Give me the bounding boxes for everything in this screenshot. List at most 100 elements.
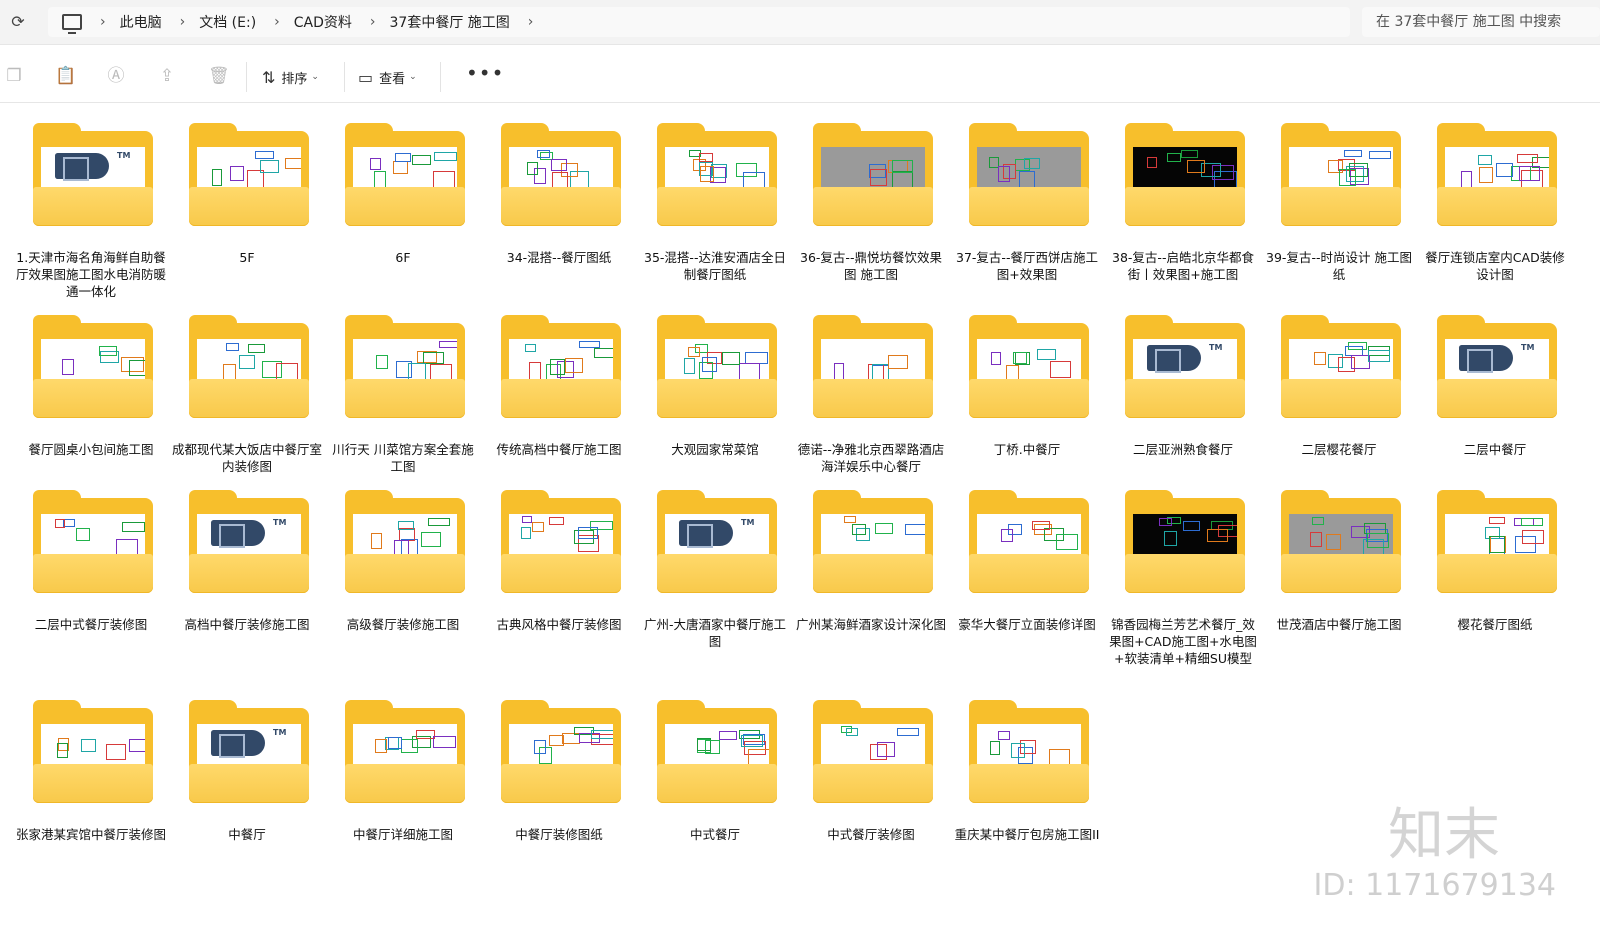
- view-button[interactable]: ▭ 查看 ⌄: [358, 66, 417, 88]
- cad-drawing-block: [1164, 531, 1177, 546]
- folder-preview-thumbnail: [665, 724, 769, 768]
- folder-front: [33, 379, 153, 418]
- cad-drawing-block: [57, 743, 68, 758]
- folder-preview-thumbnail: [41, 514, 145, 558]
- cad-drawing-block: [537, 150, 550, 158]
- rename-icon[interactable]: Ⓐ: [106, 66, 126, 86]
- cad-drawing-block: [1147, 157, 1157, 168]
- breadcrumb-item-pc[interactable]: 此电脑: [120, 12, 162, 32]
- folder-icon: [501, 123, 621, 226]
- search-input[interactable]: 在 37套中餐厅 施工图 中搜索: [1362, 7, 1600, 37]
- folder-icon: [657, 700, 777, 803]
- cad-drawing-block: [532, 522, 544, 532]
- cad-drawing-block: [1479, 167, 1493, 183]
- sort-button[interactable]: ⇅ 排序 ⌄: [262, 66, 319, 88]
- cad-drawing-block: [684, 358, 695, 374]
- cad-drawing-block: [401, 739, 418, 753]
- folder-preview-thumbnail: [977, 339, 1081, 383]
- folder-icon: [969, 490, 1089, 593]
- chevron-down-icon: ⌄: [409, 72, 417, 82]
- refresh-icon[interactable]: ⟳: [8, 12, 28, 32]
- folder-front: [1437, 554, 1557, 593]
- computer-icon[interactable]: [62, 14, 82, 34]
- cad-drawing-block: [129, 739, 145, 752]
- folder-name: 二层中餐厅: [1463, 442, 1527, 457]
- chevron-right-icon[interactable]: ›: [528, 14, 534, 30]
- folder-preview-thumbnail: [1289, 339, 1393, 383]
- breadcrumb-item-current[interactable]: 37套中餐厅 施工图: [390, 12, 510, 32]
- toolbar-divider: [344, 62, 345, 92]
- folder-preview-thumbnail: [41, 724, 145, 768]
- cad-drawing-block: [877, 742, 895, 757]
- folder-front: [657, 764, 777, 803]
- folder-front: [969, 187, 1089, 226]
- cad-drawing-block: [1367, 533, 1389, 548]
- folder-icon: TM: [1125, 315, 1245, 418]
- view-icon: ▭: [358, 67, 374, 87]
- paste-icon[interactable]: 📋: [55, 66, 76, 86]
- folder-icon: [501, 315, 621, 418]
- chevron-right-icon[interactable]: ›: [274, 14, 280, 30]
- cad-drawing-block: [376, 355, 388, 369]
- cad-drawing-block: [551, 159, 567, 171]
- folder-name: 中式餐厅: [689, 827, 740, 842]
- cad-drawing-block: [1159, 518, 1172, 526]
- cad-drawing-block: [55, 519, 65, 528]
- cad-drawing-block: [1339, 169, 1356, 186]
- folder-icon: [813, 315, 933, 418]
- toolbar-divider: [440, 62, 441, 92]
- cad-drawing-block: [81, 739, 96, 752]
- folder-icon: [345, 490, 465, 593]
- folder-preview-thumbnail: [977, 724, 1081, 768]
- folder-name: 豪华大餐厅立面装修详图: [958, 617, 1096, 632]
- chevron-right-icon[interactable]: ›: [100, 14, 106, 30]
- cad-drawing-block: [1187, 160, 1205, 173]
- cad-drawing-block: [393, 161, 408, 174]
- cad-drawing-block: [1344, 150, 1362, 157]
- cad-drawing-block: [998, 731, 1010, 740]
- cad-drawing-block: [527, 162, 538, 175]
- cad-drawing-block: [1521, 518, 1543, 526]
- folder-front: [1125, 554, 1245, 593]
- folder-icon: TM: [189, 490, 309, 593]
- delete-icon[interactable]: 🗑: [208, 66, 230, 86]
- more-options-icon[interactable]: •••: [466, 63, 504, 83]
- breadcrumb-item-drive[interactable]: 文档 (E:): [199, 12, 256, 32]
- share-icon[interactable]: ⇪: [157, 66, 177, 86]
- cad-drawing-block: [550, 359, 565, 375]
- folder-front: [1281, 379, 1401, 418]
- cad-drawing-block: [1011, 743, 1025, 758]
- folder-name: 二层中式餐厅装修图: [34, 617, 148, 632]
- folder-preview-thumbnail: [509, 147, 613, 191]
- cad-drawing-block: [1207, 529, 1228, 542]
- breadcrumb-item-cad[interactable]: CAD资料: [294, 12, 352, 32]
- folder-preview-thumbnail: [353, 339, 457, 383]
- chevron-right-icon[interactable]: ›: [370, 14, 376, 30]
- cad-drawing-block: [76, 528, 90, 541]
- cad-drawing-block: [719, 731, 737, 740]
- cad-drawing-block: [521, 527, 531, 539]
- folder-preview-thumbnail: [821, 147, 925, 191]
- chevron-right-icon[interactable]: ›: [180, 14, 186, 30]
- folder-icon: [345, 123, 465, 226]
- folder-name: 德诺--净雅北京西翠路酒店海洋娱乐中心餐厅: [797, 442, 945, 474]
- cad-drawing-block: [688, 347, 700, 357]
- copy-icon[interactable]: ❐: [4, 66, 24, 86]
- folder-front: [969, 379, 1089, 418]
- cad-drawing-block: [239, 355, 255, 369]
- folder-name: 传统高档中餐厅施工图: [496, 442, 622, 457]
- folder-front: [1437, 187, 1557, 226]
- folder-icon: [813, 700, 933, 803]
- cad-drawing-block: [1478, 155, 1492, 165]
- cad-drawing-block: [522, 516, 532, 523]
- folder-preview-thumbnail: [821, 514, 925, 558]
- folder-preview-thumbnail: [977, 514, 1081, 558]
- folder-icon: TM: [1437, 315, 1557, 418]
- folder-name: 中餐厅详细施工图: [352, 827, 453, 842]
- cad-drawing-block: [412, 155, 431, 165]
- address-bar: ⟳ › 此电脑 › 文档 (E:) › CAD资料 › 37套中餐厅 施工图 ›…: [0, 0, 1600, 45]
- breadcrumb[interactable]: › 此电脑 › 文档 (E:) › CAD资料 › 37套中餐厅 施工图 ›: [48, 7, 1350, 37]
- folder-name: 锦香园梅兰芳艺术餐厅_效果图+CAD施工图+水电图+软装清单+精细SU模型: [1109, 617, 1257, 666]
- cad-drawing-block: [260, 160, 279, 173]
- folder-icon: [501, 490, 621, 593]
